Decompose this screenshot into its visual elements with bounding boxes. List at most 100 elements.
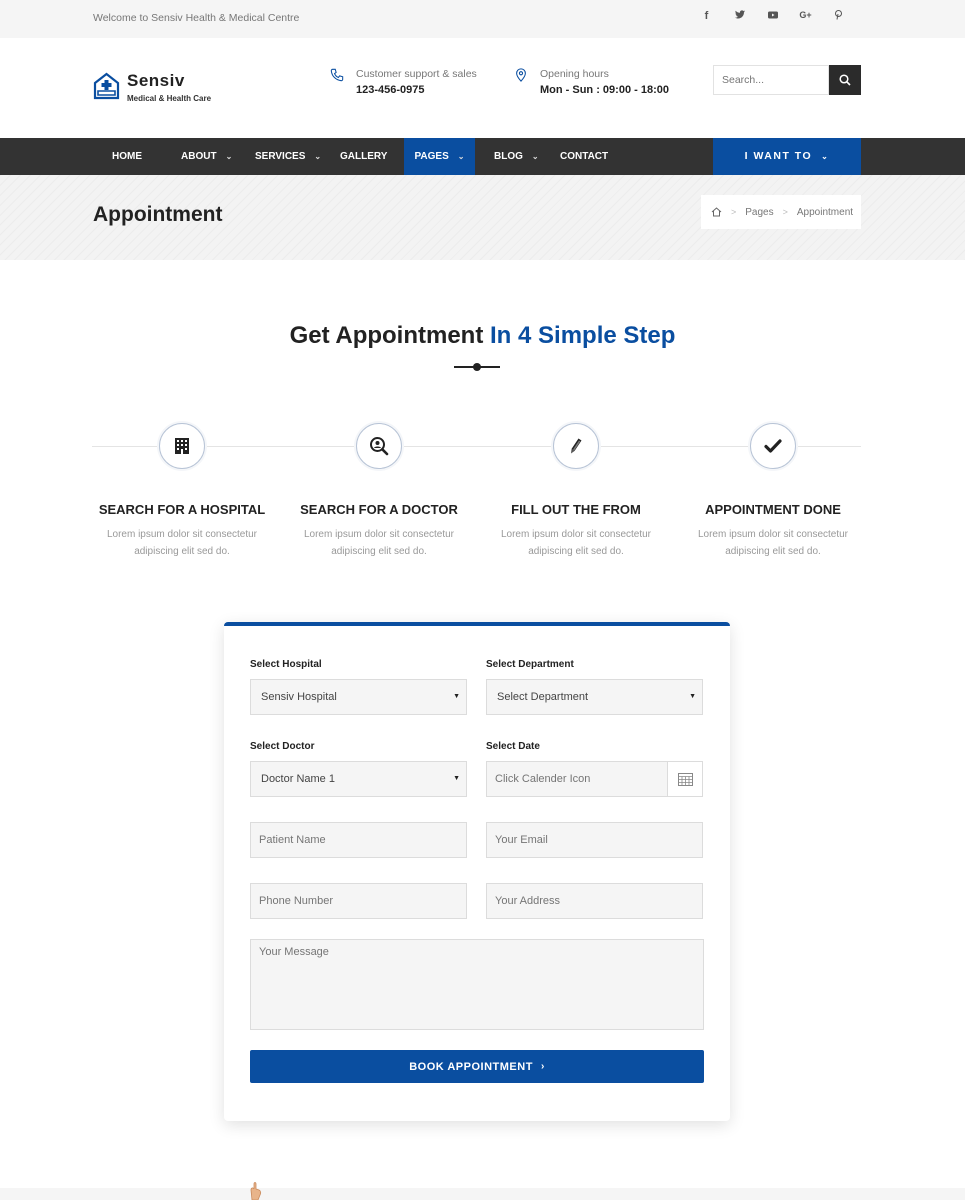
i-want-to-button[interactable]: I WANT TO ⌄ [713,138,861,175]
step-title: SEARCH FOR A DOCTOR [300,502,458,517]
nav-item-pages[interactable]: PAGES ⌄ [404,138,475,175]
step-description-line: Lorem ipsum dolor sit consectetur [106,529,258,540]
support-phone[interactable]: 123-456-0975 [356,84,425,96]
hours-value: Mon - Sun : 09:00 - 18:00 [540,84,669,96]
youtube-icon[interactable] [756,10,789,23]
step-description-line: Lorem ipsum dolor sit consectetur [500,529,652,540]
pencil-icon [571,438,582,454]
step-title: FILL OUT THE FROM [511,502,641,517]
page-title-band: Appointment > Pages > Appointment [0,175,965,260]
home-icon[interactable] [711,207,722,217]
hospital-icon [175,438,189,454]
breadcrumb-pages[interactable]: Pages [745,207,773,218]
hospital-select-value: Sensiv Hospital [261,691,337,703]
logo-tagline: Medical & Health Care [127,94,212,103]
breadcrumb-current: Appointment [796,206,854,218]
chevron-right-icon: › [540,1061,545,1072]
nav-item-label: HOME [112,151,142,162]
page-title: Appointment [93,203,223,226]
chevron-down-icon: ⌄ [821,152,830,161]
date-input[interactable] [486,761,668,797]
step-description-line: adipiscing elit sed do. [331,546,427,557]
step-description-line: Lorem ipsum dolor sit consectetur [697,529,849,540]
book-appointment-button[interactable]: BOOK APPOINTMENT › [250,1050,704,1083]
step-description: Lorem ipsum dolor sit consectetur adipis… [92,526,272,560]
facebook-icon[interactable]: f [690,10,723,23]
hospital-label: Select Hospital [250,659,322,670]
nav-item-home[interactable]: HOME [112,138,142,175]
chevron-down-icon: ⌄ [457,152,465,161]
nav-item-blog[interactable]: BLOG ⌄ [494,138,539,175]
chevron-down-icon: ⌄ [314,152,322,161]
doctor-select-value: Doctor Name 1 [261,773,335,785]
date-picker [486,761,703,797]
email-field[interactable] [486,822,703,858]
phone-icon [330,68,344,82]
step-description: Lorem ipsum dolor sit consectetur adipis… [486,526,666,560]
section-title: Get Appointment In 4 Simple Step [0,322,965,350]
search-icon [839,74,851,86]
nav-item-label: ABOUT [181,151,217,162]
step-fill-form: FILL OUT THE FROM Lorem ipsum dolor sit … [486,423,666,560]
message-field[interactable] [250,939,704,1030]
breadcrumb-separator: > [731,207,737,217]
logo-icon[interactable] [93,72,120,100]
hand-icon [250,1182,262,1200]
department-select-value: Select Department [497,691,589,703]
step-description: Lorem ipsum dolor sit consectetur adipis… [683,526,863,560]
welcome-text: Welcome to Sensiv Health & Medical Centr… [93,12,300,24]
book-appointment-label: BOOK APPOINTMENT [409,1060,533,1073]
social-links: f G+ [690,10,855,23]
nav-item-label: CONTACT [560,151,609,162]
pinterest-icon[interactable] [822,10,855,23]
support-label: Customer support & sales [356,68,477,80]
nav-item-label: PAGES [414,151,449,162]
patient-name-field[interactable] [250,822,467,858]
location-pin-icon [516,68,526,82]
chevron-down-icon: ⌄ [225,152,233,161]
breadcrumb-separator: > [782,207,788,217]
search-box [713,65,861,95]
nav-item-label: SERVICES [255,151,306,162]
dropdown-arrow-icon: ▼ [453,693,460,700]
nav-item-contact[interactable]: CONTACT [560,138,608,175]
step-icon-circle [553,423,599,469]
dropdown-arrow-icon: ▼ [689,693,696,700]
chevron-down-icon: ⌄ [531,152,539,161]
hospital-select[interactable]: Sensiv Hospital ▼ [250,679,467,715]
step-search-hospital: SEARCH FOR A HOSPITAL Lorem ipsum dolor … [92,423,272,560]
step-description: Lorem ipsum dolor sit consectetur adipis… [289,526,469,560]
google-plus-icon[interactable]: G+ [789,10,822,23]
nav-item-label: BLOG [494,151,523,162]
nav-item-services[interactable]: SERVICES ⌄ [255,138,321,175]
department-label: Select Department [486,659,574,670]
step-icon-circle [356,423,402,469]
check-icon [764,439,782,453]
step-icon-circle [750,423,796,469]
dropdown-arrow-icon: ▼ [453,775,460,782]
address-field[interactable] [486,883,703,919]
nav-item-about[interactable]: ABOUT ⌄ [181,138,232,175]
step-title: APPOINTMENT DONE [705,502,841,517]
phone-field[interactable] [250,883,467,919]
top-bar: Welcome to Sensiv Health & Medical Centr… [0,0,965,38]
date-label: Select Date [486,741,540,752]
step-title: SEARCH FOR A HOSPITAL [98,502,266,517]
logo-name[interactable]: Sensiv [127,71,185,91]
twitter-icon[interactable] [723,10,756,23]
search-input[interactable] [713,65,829,95]
search-button[interactable] [829,65,861,95]
nav-item-gallery[interactable]: GALLERY [340,138,387,175]
i-want-to-label: I WANT TO [744,150,813,162]
step-description-line: adipiscing elit sed do. [134,546,230,557]
doctor-select[interactable]: Doctor Name 1 ▼ [250,761,467,797]
step-search-doctor: SEARCH FOR A DOCTOR Lorem ipsum dolor si… [289,423,469,560]
calendar-button[interactable] [667,761,703,797]
step-description-line: adipiscing elit sed do. [528,546,624,557]
breadcrumb: > Pages > Appointment [701,195,861,229]
section-title-highlight: In 4 Simple Step [490,322,676,349]
main-nav: HOME ABOUT ⌄ SERVICES ⌄ GALLERY PAGES ⌄ BLO… [0,138,965,175]
footer-strip [0,1188,965,1200]
site-header: Sensiv Medical & Health Care Customer su… [0,38,965,138]
department-select[interactable]: Select Department ▼ [486,679,703,715]
